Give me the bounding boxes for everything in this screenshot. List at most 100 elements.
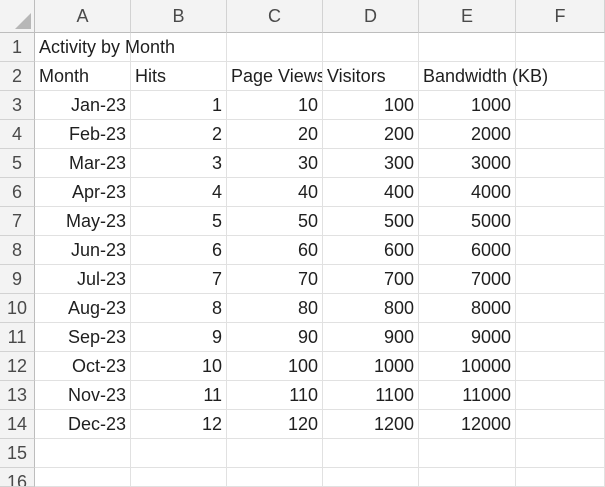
- cell-month[interactable]: Jan-23: [35, 91, 131, 120]
- cell-hits[interactable]: 7: [131, 265, 227, 294]
- cell-empty[interactable]: [419, 468, 516, 487]
- cell-page-views[interactable]: 80: [227, 294, 323, 323]
- cell-visitors[interactable]: 400: [323, 178, 419, 207]
- cell-bandwidth[interactable]: 12000: [419, 410, 516, 439]
- cell-bandwidth[interactable]: 10000: [419, 352, 516, 381]
- cell-visitors[interactable]: 700: [323, 265, 419, 294]
- cell-month[interactable]: Jun-23: [35, 236, 131, 265]
- cell-empty[interactable]: [516, 381, 605, 410]
- cell-hits[interactable]: 12: [131, 410, 227, 439]
- cell-empty[interactable]: [131, 468, 227, 487]
- cell-visitors[interactable]: 500: [323, 207, 419, 236]
- cell-bandwidth[interactable]: 7000: [419, 265, 516, 294]
- cell-hits[interactable]: 10: [131, 352, 227, 381]
- cell-visitors[interactable]: 300: [323, 149, 419, 178]
- cell-empty[interactable]: [227, 468, 323, 487]
- cell-visitors[interactable]: 200: [323, 120, 419, 149]
- row-header-7[interactable]: 7: [0, 207, 35, 236]
- cell-month[interactable]: Apr-23: [35, 178, 131, 207]
- cell-empty[interactable]: [227, 439, 323, 468]
- cell-month[interactable]: Feb-23: [35, 120, 131, 149]
- cell-visitors[interactable]: 100: [323, 91, 419, 120]
- cell-bandwidth[interactable]: 9000: [419, 323, 516, 352]
- cell-empty[interactable]: [516, 323, 605, 352]
- cell-f1[interactable]: [516, 33, 605, 62]
- cell-bandwidth[interactable]: 11000: [419, 381, 516, 410]
- row-header-1[interactable]: 1: [0, 33, 35, 62]
- cell-visitors[interactable]: 1100: [323, 381, 419, 410]
- row-header-15[interactable]: 15: [0, 439, 35, 468]
- cell-b2-header[interactable]: Hits: [131, 62, 227, 91]
- cell-e1[interactable]: [419, 33, 516, 62]
- cell-hits[interactable]: 6: [131, 236, 227, 265]
- cell-month[interactable]: May-23: [35, 207, 131, 236]
- cell-empty[interactable]: [516, 294, 605, 323]
- row-header-11[interactable]: 11: [0, 323, 35, 352]
- cell-bandwidth[interactable]: 4000: [419, 178, 516, 207]
- cell-month[interactable]: Oct-23: [35, 352, 131, 381]
- cell-hits[interactable]: 4: [131, 178, 227, 207]
- row-header-4[interactable]: 4: [0, 120, 35, 149]
- cell-visitors[interactable]: 900: [323, 323, 419, 352]
- cell-hits[interactable]: 2: [131, 120, 227, 149]
- cell-hits[interactable]: 11: [131, 381, 227, 410]
- cell-visitors[interactable]: 800: [323, 294, 419, 323]
- cell-month[interactable]: Dec-23: [35, 410, 131, 439]
- cell-page-views[interactable]: 100: [227, 352, 323, 381]
- column-header-d[interactable]: D: [323, 0, 419, 33]
- cell-bandwidth[interactable]: 2000: [419, 120, 516, 149]
- cell-empty[interactable]: [516, 149, 605, 178]
- cell-hits[interactable]: 5: [131, 207, 227, 236]
- cell-month[interactable]: Mar-23: [35, 149, 131, 178]
- cell-page-views[interactable]: 50: [227, 207, 323, 236]
- cell-empty[interactable]: [516, 120, 605, 149]
- cell-bandwidth[interactable]: 6000: [419, 236, 516, 265]
- column-header-a[interactable]: A: [35, 0, 131, 33]
- row-header-5[interactable]: 5: [0, 149, 35, 178]
- column-header-f[interactable]: F: [516, 0, 605, 33]
- cell-empty[interactable]: [35, 468, 131, 487]
- cell-d2-header[interactable]: Visitors: [323, 62, 419, 91]
- cell-page-views[interactable]: 30: [227, 149, 323, 178]
- row-header-13[interactable]: 13: [0, 381, 35, 410]
- cell-visitors[interactable]: 1200: [323, 410, 419, 439]
- cell-empty[interactable]: [131, 439, 227, 468]
- cell-page-views[interactable]: 110: [227, 381, 323, 410]
- cell-month[interactable]: Nov-23: [35, 381, 131, 410]
- row-header-3[interactable]: 3: [0, 91, 35, 120]
- cell-empty[interactable]: [516, 352, 605, 381]
- cell-empty[interactable]: [516, 410, 605, 439]
- row-header-14[interactable]: 14: [0, 410, 35, 439]
- cell-hits[interactable]: 1: [131, 91, 227, 120]
- cell-empty[interactable]: [323, 439, 419, 468]
- cell-empty[interactable]: [516, 265, 605, 294]
- column-header-c[interactable]: C: [227, 0, 323, 33]
- cell-page-views[interactable]: 20: [227, 120, 323, 149]
- cell-c1[interactable]: [227, 33, 323, 62]
- cell-bandwidth[interactable]: 3000: [419, 149, 516, 178]
- cell-page-views[interactable]: 90: [227, 323, 323, 352]
- cell-page-views[interactable]: 120: [227, 410, 323, 439]
- row-header-6[interactable]: 6: [0, 178, 35, 207]
- cell-empty[interactable]: [516, 207, 605, 236]
- cell-a1-title[interactable]: Activity by Month: [35, 33, 175, 62]
- row-header-10[interactable]: 10: [0, 294, 35, 323]
- row-header-16[interactable]: 16: [0, 468, 35, 487]
- cell-empty[interactable]: [516, 178, 605, 207]
- column-header-e[interactable]: E: [419, 0, 516, 33]
- cell-d1[interactable]: [323, 33, 419, 62]
- cell-empty[interactable]: [323, 468, 419, 487]
- row-header-12[interactable]: 12: [0, 352, 35, 381]
- cell-visitors[interactable]: 1000: [323, 352, 419, 381]
- cell-empty[interactable]: [516, 468, 605, 487]
- row-header-8[interactable]: 8: [0, 236, 35, 265]
- cell-empty[interactable]: [35, 439, 131, 468]
- row-header-9[interactable]: 9: [0, 265, 35, 294]
- cell-bandwidth[interactable]: 1000: [419, 91, 516, 120]
- column-header-b[interactable]: B: [131, 0, 227, 33]
- cell-hits[interactable]: 3: [131, 149, 227, 178]
- cell-month[interactable]: Sep-23: [35, 323, 131, 352]
- cell-page-views[interactable]: 40: [227, 178, 323, 207]
- cell-e2-header[interactable]: Bandwidth (KB): [419, 62, 548, 91]
- cell-hits[interactable]: 8: [131, 294, 227, 323]
